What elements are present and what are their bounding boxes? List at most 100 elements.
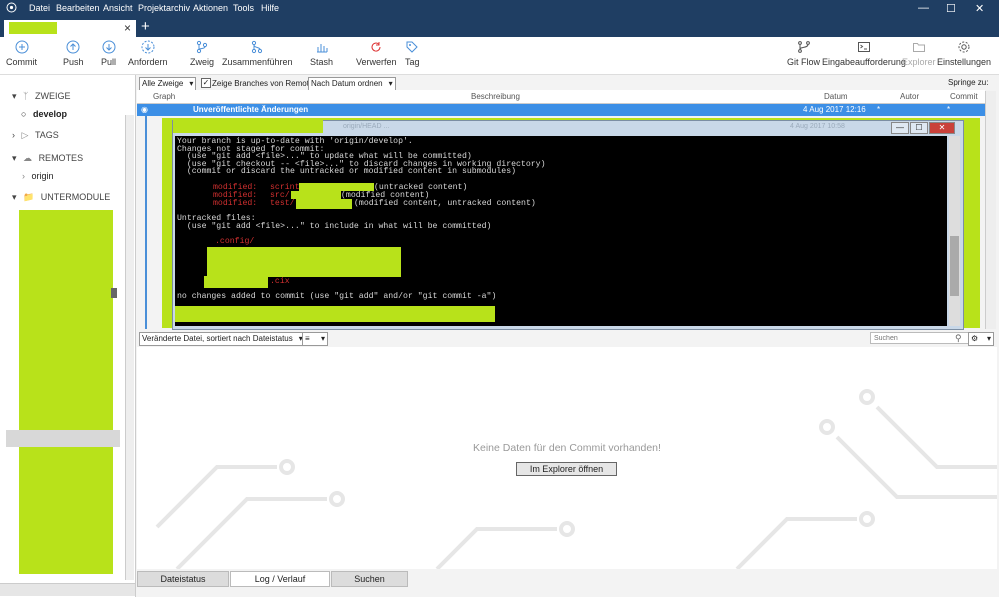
terminal-maximize-button[interactable]: ☐	[910, 122, 928, 134]
terminal-second-row-text: origin/HEAD ...	[343, 123, 390, 130]
show-remote-checkbox[interactable]: ✓	[201, 78, 211, 88]
sidebar-section-submodules[interactable]: ▾ 📁 UNTERMODULE	[8, 192, 110, 203]
plus-circle-icon	[15, 40, 28, 54]
graph-node-icon: ◉	[141, 105, 148, 114]
terminal-close-button[interactable]: ✕	[929, 122, 955, 134]
terminal-scrollbar[interactable]	[949, 136, 960, 326]
untracked-file: .config/	[215, 237, 255, 246]
splitter-handle[interactable]	[111, 288, 117, 298]
column-date[interactable]: Datum	[824, 92, 848, 101]
terminal-second-row-date: 4 Aug 2017 10:58	[790, 123, 845, 130]
circuit-background-icon	[155, 389, 997, 569]
tag-icon	[406, 41, 418, 53]
chevron-down-icon: ▾	[12, 153, 17, 163]
jump-to-label: Springe zu:	[948, 78, 989, 87]
terminal-title-redacted	[173, 119, 323, 133]
close-window-button[interactable]: ✕	[975, 2, 984, 15]
modified-label: modified:	[213, 199, 258, 208]
pull-button[interactable]: Pull	[101, 40, 116, 67]
column-description[interactable]: Beschreibung	[471, 92, 520, 101]
settings-dropdown[interactable]: ⚙	[968, 332, 994, 346]
menu-datei[interactable]: Datei	[29, 3, 50, 13]
untracked-files-redacted	[207, 247, 401, 277]
tab-search[interactable]: Suchen	[331, 571, 408, 587]
selected-submodule-row[interactable]	[6, 430, 120, 447]
sidebar-section-tags[interactable]: › ▷ TAGS	[8, 130, 59, 141]
bottom-tab-bar: Dateistatus Log / Verlauf Suchen	[137, 569, 997, 597]
untracked-files-redacted	[204, 276, 268, 288]
menu-bearbeiten[interactable]: Bearbeiten	[56, 3, 100, 13]
terminal-scroll-thumb[interactable]	[950, 236, 959, 296]
chevron-right-icon: ›	[12, 130, 15, 140]
menu-ansicht[interactable]: Ansicht	[103, 3, 133, 13]
settings-button[interactable]: Einstellungen	[937, 40, 991, 67]
column-commit[interactable]: Commit	[950, 92, 978, 101]
branch-icon	[196, 40, 208, 54]
row-date: 4 Aug 2017 12:16	[803, 105, 866, 114]
file-sort-dropdown[interactable]: Veränderte Datei, sortiert nach Dateista…	[139, 332, 306, 346]
column-graph[interactable]: Graph	[153, 92, 175, 101]
chevron-right-icon: ›	[22, 171, 25, 181]
branch-filter-dropdown[interactable]: Alle Zweige	[139, 77, 197, 91]
graph-line	[145, 116, 147, 329]
tab-log-history[interactable]: Log / Verlauf	[230, 571, 330, 587]
row-description: Unveröffentlichte Änderungen	[193, 105, 309, 114]
new-tab-button[interactable]: +	[141, 18, 150, 35]
menu-tools[interactable]: Tools	[233, 3, 254, 13]
file-panel-toolbar: Veränderte Datei, sortiert nach Dateista…	[137, 331, 997, 347]
folder-icon	[912, 43, 925, 52]
list-icon: ≡	[305, 334, 310, 343]
folder-icon: 📁	[23, 192, 35, 202]
fetch-icon	[141, 40, 155, 54]
modified-path: test/	[270, 199, 295, 208]
sidebar-horizontal-scrollbar[interactable]	[0, 583, 135, 596]
terminal-minimize-button[interactable]: —	[891, 122, 909, 134]
search-icon: ⚲	[955, 333, 962, 343]
row-author: *	[877, 105, 881, 114]
sidebar-section-remotes[interactable]: ▾ ☁ REMOTES	[8, 153, 83, 164]
terminal-icon	[857, 42, 870, 52]
open-in-explorer-button[interactable]: Im Explorer öffnen	[516, 462, 617, 476]
cloud-icon: ☁	[23, 153, 33, 163]
explorer-button[interactable]: Explorer	[902, 40, 936, 67]
modified-note: (modified content, untracked content)	[354, 199, 536, 208]
minimize-button[interactable]: —	[918, 2, 929, 14]
commit-list-scrollbar[interactable]	[985, 91, 996, 329]
order-dropdown[interactable]: Nach Datum ordnen	[308, 77, 396, 91]
arrow-down-circle-icon	[102, 40, 115, 54]
push-button[interactable]: Push	[63, 40, 84, 67]
tab-file-status[interactable]: Dateistatus	[137, 571, 229, 587]
maximize-button[interactable]: ☐	[946, 2, 956, 15]
sidebar-section-branches[interactable]: ▾ ᛉ ZWEIGE	[8, 91, 70, 102]
sidebar-scrollbar[interactable]	[125, 115, 134, 580]
app-logo-icon	[6, 2, 17, 15]
fetch-button[interactable]: Anfordern	[128, 40, 168, 67]
commit-row-uncommitted[interactable]: ◉ Unveröffentlichte Änderungen 4 Aug 201…	[137, 104, 985, 116]
git-flow-icon	[797, 41, 810, 53]
branch-button[interactable]: Zweig	[190, 40, 214, 67]
tag-button[interactable]: Git Flow Tag	[405, 40, 420, 67]
submodule-list-redacted	[19, 210, 113, 574]
view-mode-dropdown[interactable]: ≡	[302, 332, 328, 346]
column-author[interactable]: Autor	[900, 92, 919, 101]
merge-button[interactable]: Zusammenführen	[222, 40, 293, 67]
prompt-redacted	[175, 306, 495, 322]
untracked-file: .cix	[270, 277, 290, 286]
toolbar: Commit Push Pull Anfordern Zweig Zusamme…	[0, 37, 999, 75]
menu-hilfe[interactable]: Hilfe	[261, 3, 279, 13]
git-flow-button[interactable]: Git Flow	[787, 40, 820, 67]
show-remote-label: Zeige Branches von Remote	[212, 79, 314, 88]
sidebar-item-develop[interactable]: ○ develop	[21, 109, 67, 119]
empty-state-message: Keine Daten für den Commit vorhanden!	[473, 442, 661, 454]
menu-aktionen[interactable]: Aktionen	[193, 3, 228, 13]
row-commit: *	[947, 105, 951, 114]
terminal-button[interactable]: Eingabeaufforderung	[822, 40, 906, 67]
tab-close-icon[interactable]: ×	[124, 21, 131, 35]
discard-button[interactable]: Verwerfen	[356, 40, 397, 67]
stash-button[interactable]: Stash	[310, 40, 333, 67]
menu-projektarchiv[interactable]: Projektarchiv	[138, 3, 190, 13]
gear-icon: ⚙	[971, 334, 979, 343]
repo-tab-title-redacted	[9, 22, 57, 34]
sidebar-item-origin[interactable]: › origin	[22, 171, 54, 181]
commit-button[interactable]: Commit	[6, 40, 37, 67]
